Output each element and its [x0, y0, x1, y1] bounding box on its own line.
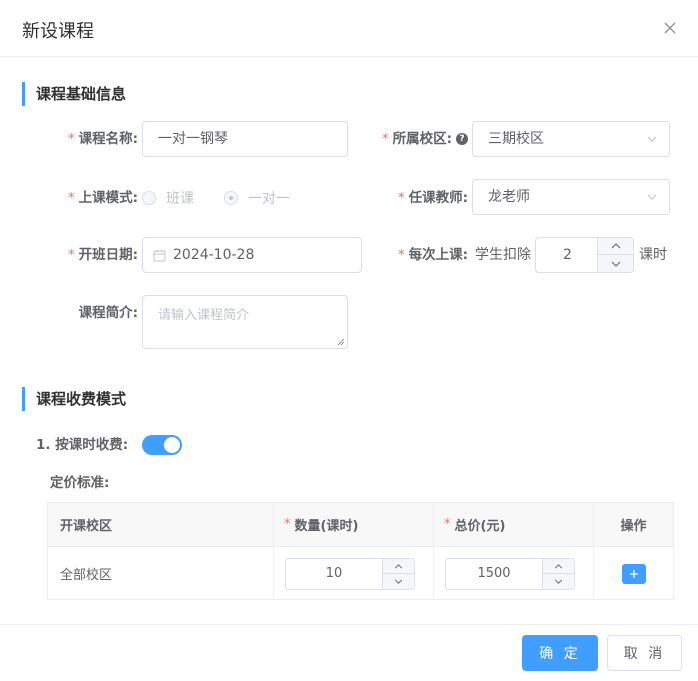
teacher-select[interactable]: 龙老师	[472, 179, 670, 215]
cancel-button[interactable]: 取 消	[607, 635, 682, 671]
resize-handle-icon[interactable]	[337, 338, 345, 346]
calendar-icon	[153, 250, 166, 262]
section-title-basic: 课程基础信息	[22, 82, 126, 106]
th-total: * 总价(元)	[434, 503, 594, 546]
add-row-button[interactable]	[622, 564, 646, 584]
th-campus: 开课校区	[48, 503, 274, 546]
pricing-label: 定价标准:	[50, 475, 110, 491]
chevron-up-icon	[394, 563, 403, 568]
chevron-up-icon	[611, 243, 620, 249]
increase-button[interactable]	[598, 238, 633, 255]
switch-knob	[164, 437, 180, 453]
start-date-picker[interactable]: 2024-10-28	[142, 237, 362, 273]
campus-label: * 所属校区:?	[340, 121, 468, 157]
chevron-down-icon	[647, 136, 657, 142]
help-icon[interactable]: ?	[456, 133, 468, 145]
radio-group-one-on-one[interactable]: 一对一	[224, 180, 290, 216]
th-actions: 操作	[620, 519, 647, 534]
increase-button[interactable]	[383, 559, 414, 574]
campus-select[interactable]: 三期校区	[472, 121, 670, 157]
per-class-label: * 每次上课:	[397, 247, 468, 263]
radio-class[interactable]	[142, 191, 156, 205]
section-title-fee: 课程收费模式	[22, 387, 126, 411]
quantity-stepper[interactable]: 10	[285, 558, 415, 590]
mode-label: * 上课模式:	[67, 190, 138, 206]
cell-campus: 全部校区	[48, 547, 274, 600]
radio-one-on-one[interactable]	[224, 191, 238, 205]
by-hour-switch[interactable]	[142, 435, 182, 455]
chevron-down-icon	[554, 579, 563, 584]
close-icon[interactable]	[660, 18, 680, 38]
confirm-button[interactable]: 确 定	[522, 635, 598, 671]
chevron-down-icon	[647, 194, 657, 200]
table-row: 全部校区 10 1500	[48, 547, 673, 600]
per-class-prefix: 学生扣除	[475, 247, 531, 263]
dialog-title: 新设课程	[22, 21, 94, 42]
start-date-label: * 开班日期:	[67, 247, 138, 263]
chevron-down-icon	[394, 579, 403, 584]
th-quantity: * 数量(课时)	[274, 503, 434, 546]
intro-textarea[interactable]: 请输入课程简介	[142, 295, 348, 349]
plus-icon	[630, 570, 638, 578]
teacher-label: * 任课教师:	[397, 190, 468, 206]
course-name-label: * 课程名称:	[67, 131, 138, 147]
intro-label: 课程简介:	[78, 305, 138, 321]
course-name-input[interactable]: 一对一钢琴	[142, 121, 348, 157]
chevron-up-icon	[554, 563, 563, 568]
dialog-header: 新设课程	[0, 0, 698, 57]
pricing-table: 开课校区 * 数量(课时) * 总价(元) 操作 全部校区 10 1500	[47, 502, 674, 600]
chevron-down-icon	[611, 261, 620, 267]
table-header: 开课校区 * 数量(课时) * 总价(元) 操作	[48, 503, 673, 547]
new-course-dialog: 新设课程 课程基础信息 * 课程名称: 一对一钢琴 * 所属校区:? 三期校区 * 上…	[0, 0, 698, 681]
total-stepper[interactable]: 1500	[445, 558, 575, 590]
radio-group-class[interactable]: 班课	[142, 180, 194, 216]
per-class-suffix: 课时	[639, 247, 667, 263]
footer-divider	[0, 624, 698, 625]
decrease-button[interactable]	[383, 574, 414, 589]
by-hour-label: 1. 按课时收费:	[36, 437, 129, 453]
decrease-button[interactable]	[598, 255, 633, 272]
per-class-stepper[interactable]: 2	[535, 237, 634, 273]
increase-button[interactable]	[543, 559, 574, 574]
decrease-button[interactable]	[543, 574, 574, 589]
